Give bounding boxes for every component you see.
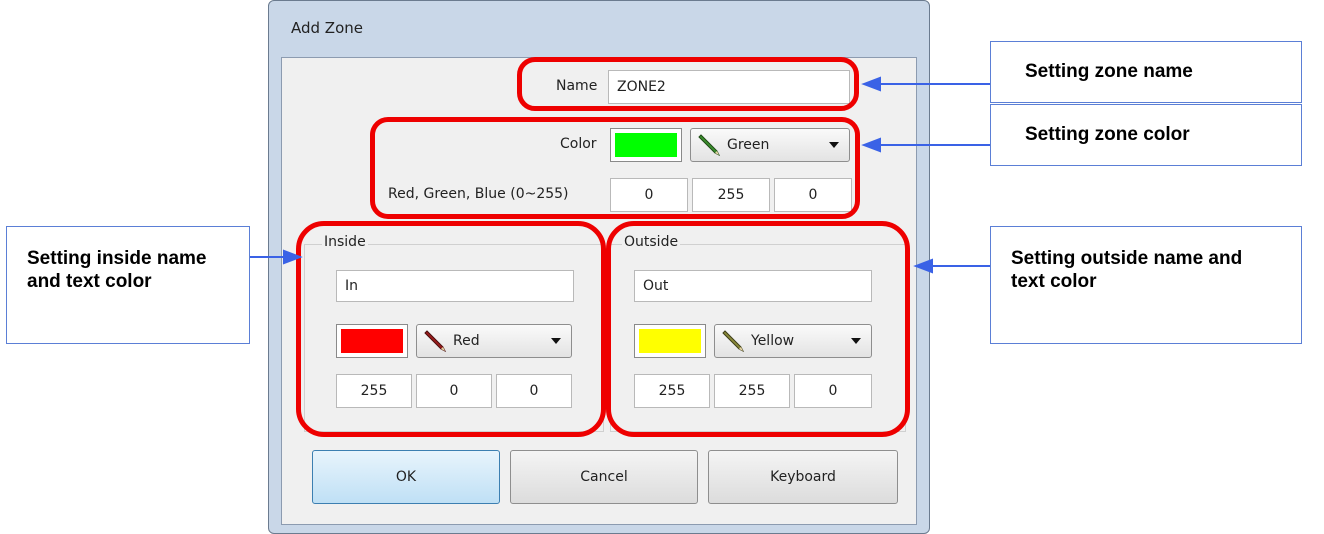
callout-zone-name: Setting zone name [990,41,1302,103]
callout-outside: Setting outside name and text color [990,226,1302,344]
callout-inside: Setting inside name and text color [6,226,250,344]
callout-zone-color: Setting zone color [990,104,1302,166]
